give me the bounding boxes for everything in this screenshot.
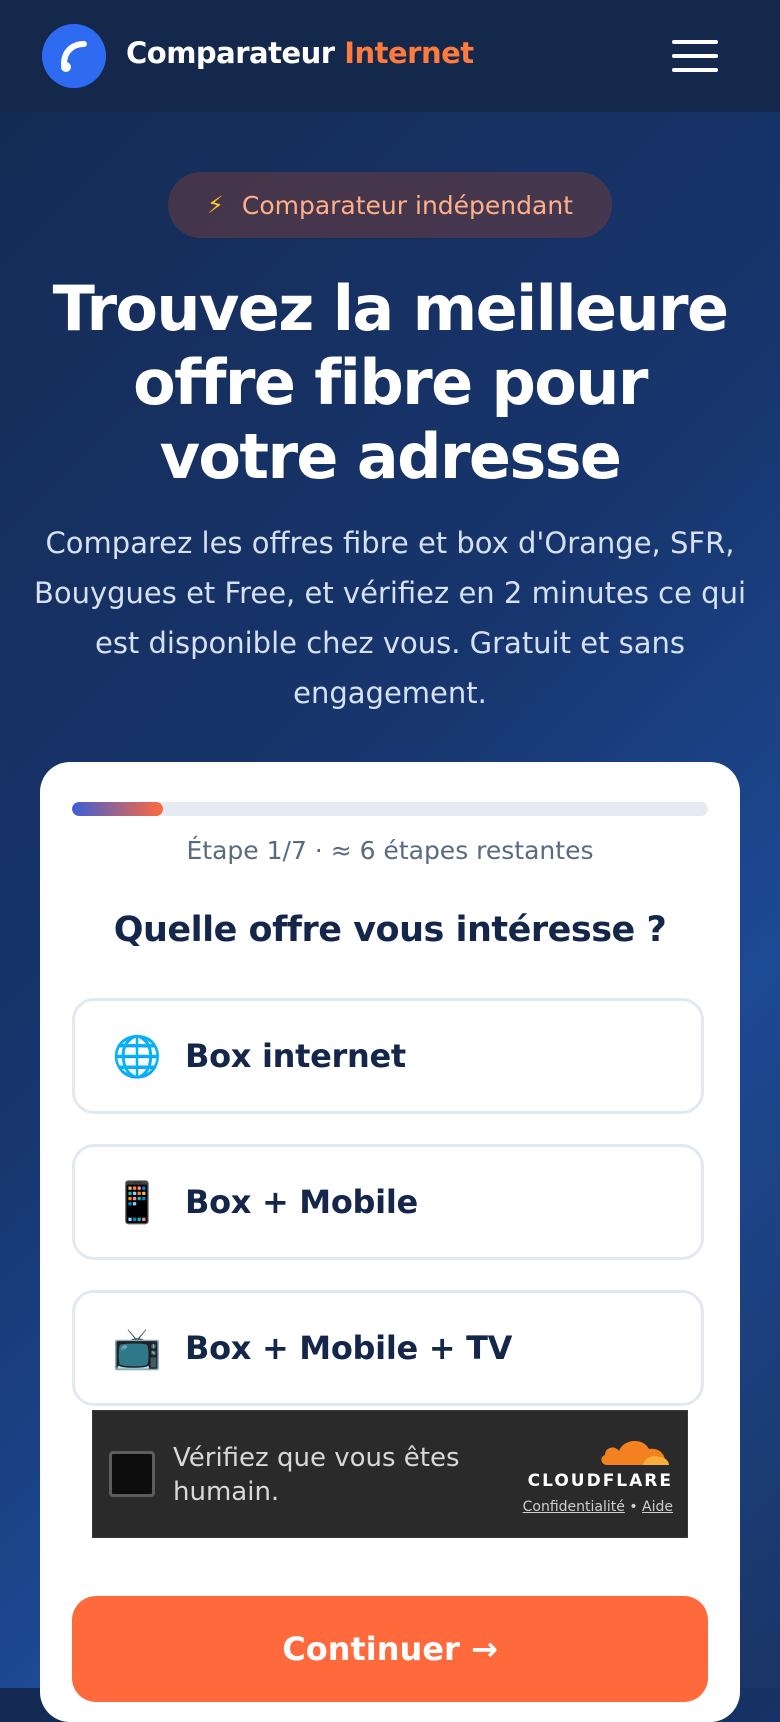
captcha-checkbox[interactable] [109, 1451, 155, 1497]
cloudflare-captcha-widget: Vérifiez que vous êtes humain. CLOUDFLAR… [92, 1410, 688, 1538]
lightning-bolt-icon: ⚡ [207, 191, 224, 219]
menu-bar [672, 54, 718, 58]
progress-bar [72, 802, 708, 816]
badge-label: Comparateur indépendant [241, 190, 573, 220]
help-link[interactable]: Aide [642, 1499, 673, 1515]
brand-name-part1: Comparateur [126, 36, 335, 70]
globe-icon: 🌐 [112, 1034, 162, 1080]
menu-bar [672, 40, 718, 44]
hero-title: Trouvez la meilleure offre fibre pour vo… [52, 272, 729, 493]
independent-badge: ⚡ Comparateur indépendant [168, 172, 612, 238]
option-label: Box internet [185, 1037, 406, 1075]
offer-form-card: Étape 1/7 · ≈ 6 étapes restantes Quelle … [40, 762, 740, 1722]
brand-name-part2: Internet [344, 36, 474, 70]
option-box-mobile[interactable]: 📱 Box + Mobile [72, 1144, 704, 1260]
captcha-links: Confidentialité • Aide [473, 1499, 673, 1515]
option-box-internet[interactable]: 🌐 Box internet [72, 998, 704, 1114]
cloudflare-cloud-icon [601, 1440, 669, 1465]
top-navigation-bar: Comparateur Internet [0, 0, 780, 112]
captcha-prompt: Vérifiez que vous êtes humain. [173, 1443, 460, 1507]
link-separator: • [629, 1499, 638, 1515]
progress-bar-fill [72, 802, 163, 816]
form-question: Quelle offre vous intéresse ? [113, 910, 667, 950]
continue-button[interactable]: Continuer → [72, 1596, 708, 1702]
menu-bar [672, 68, 718, 72]
brand-logo-icon[interactable] [42, 24, 106, 88]
cloudflare-brand-text: CLOUDFLARE [527, 1471, 673, 1491]
option-label: Box + Mobile + TV [185, 1329, 513, 1367]
television-icon: 📺 [112, 1326, 162, 1372]
privacy-link[interactable]: Confidentialité [523, 1499, 625, 1515]
option-box-mobile-tv[interactable]: 📺 Box + Mobile + TV [72, 1290, 704, 1406]
mobile-phone-icon: 📱 [112, 1180, 162, 1226]
option-label: Box + Mobile [185, 1183, 418, 1221]
hamburger-menu-icon[interactable] [664, 34, 720, 78]
hero-subtitle: Comparez les offres fibre et box d'Orang… [33, 526, 747, 710]
brand-name[interactable]: Comparateur Internet [126, 36, 474, 70]
step-indicator: Étape 1/7 · ≈ 6 étapes restantes [186, 836, 594, 865]
